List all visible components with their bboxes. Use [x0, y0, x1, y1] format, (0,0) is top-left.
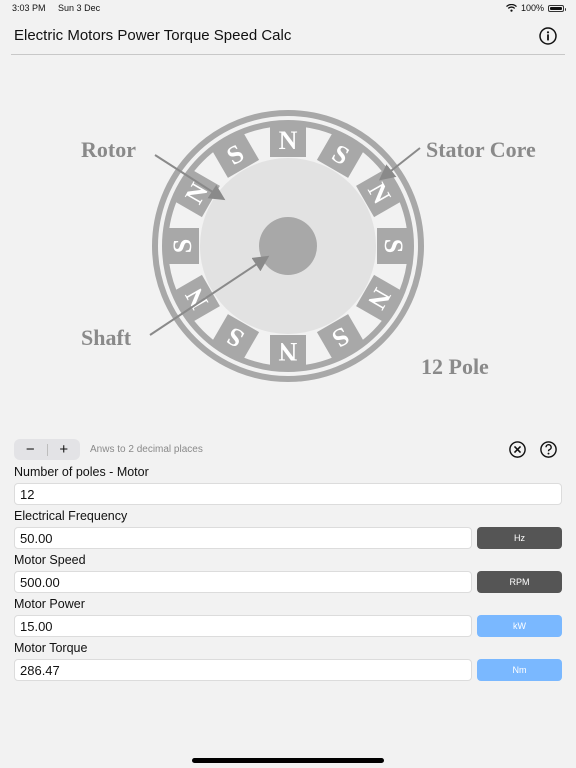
info-circle-icon[interactable]	[538, 26, 558, 46]
home-indicator[interactable]	[192, 758, 384, 763]
magnet-pole: N	[270, 123, 306, 157]
header-divider	[11, 54, 565, 55]
status-left: 3:03 PM Sun 3 Dec	[12, 3, 110, 13]
shaft	[259, 217, 317, 275]
speed-label: Motor Speed	[14, 553, 86, 567]
poles-label: 12 Pole	[421, 354, 489, 379]
magnet-pole-letter: S	[379, 239, 408, 253]
page-title: Electric Motors Power Torque Speed Calc	[14, 27, 292, 44]
status-time: 3:03 PM	[12, 3, 46, 13]
status-bar: 3:03 PM Sun 3 Dec 100%	[0, 0, 576, 16]
frequency-label: Electrical Frequency	[14, 509, 128, 523]
power-input[interactable]	[14, 615, 472, 637]
decrement-button[interactable]: −	[14, 439, 47, 460]
frequency-input[interactable]	[14, 527, 472, 549]
help-circle-icon[interactable]	[539, 440, 558, 459]
speed-input[interactable]	[14, 571, 472, 593]
magnet-pole: S	[377, 228, 411, 264]
status-date: Sun 3 Dec	[58, 3, 101, 13]
poles-label: Number of poles - Motor	[14, 465, 149, 479]
precision-hint: Anws to 2 decimal places	[90, 444, 203, 455]
battery-percent: 100%	[520, 3, 544, 13]
frequency-unit-button[interactable]: Hz	[477, 527, 562, 549]
shaft-label: Shaft	[81, 325, 132, 350]
increment-button[interactable]: +	[47, 439, 80, 460]
stator-core-label: Stator Core	[426, 137, 536, 162]
torque-input[interactable]	[14, 659, 472, 681]
torque-unit-button[interactable]: Nm	[477, 659, 562, 681]
magnet-pole: N	[270, 335, 306, 369]
precision-stepper: − +	[14, 439, 80, 460]
power-label: Motor Power	[14, 597, 85, 611]
magnet-pole-letter: N	[278, 337, 297, 366]
poles-input[interactable]	[14, 483, 562, 505]
status-right: 100%	[506, 3, 566, 13]
torque-label: Motor Torque	[14, 641, 88, 655]
magnet-pole-letter: S	[168, 239, 197, 253]
magnet-pole-letter: N	[279, 126, 298, 155]
battery-icon	[548, 4, 566, 12]
speed-unit-button[interactable]: RPM	[477, 571, 562, 593]
rotor-label: Rotor	[81, 137, 136, 162]
clear-circle-icon[interactable]	[508, 440, 527, 459]
motor-diagram: N SNSNSNSNSNS Rotor Stator Core Shaft 12 …	[81, 110, 536, 382]
power-unit-button[interactable]: kW	[477, 615, 562, 637]
wifi-icon	[506, 4, 517, 12]
magnet-pole: S	[165, 228, 199, 264]
